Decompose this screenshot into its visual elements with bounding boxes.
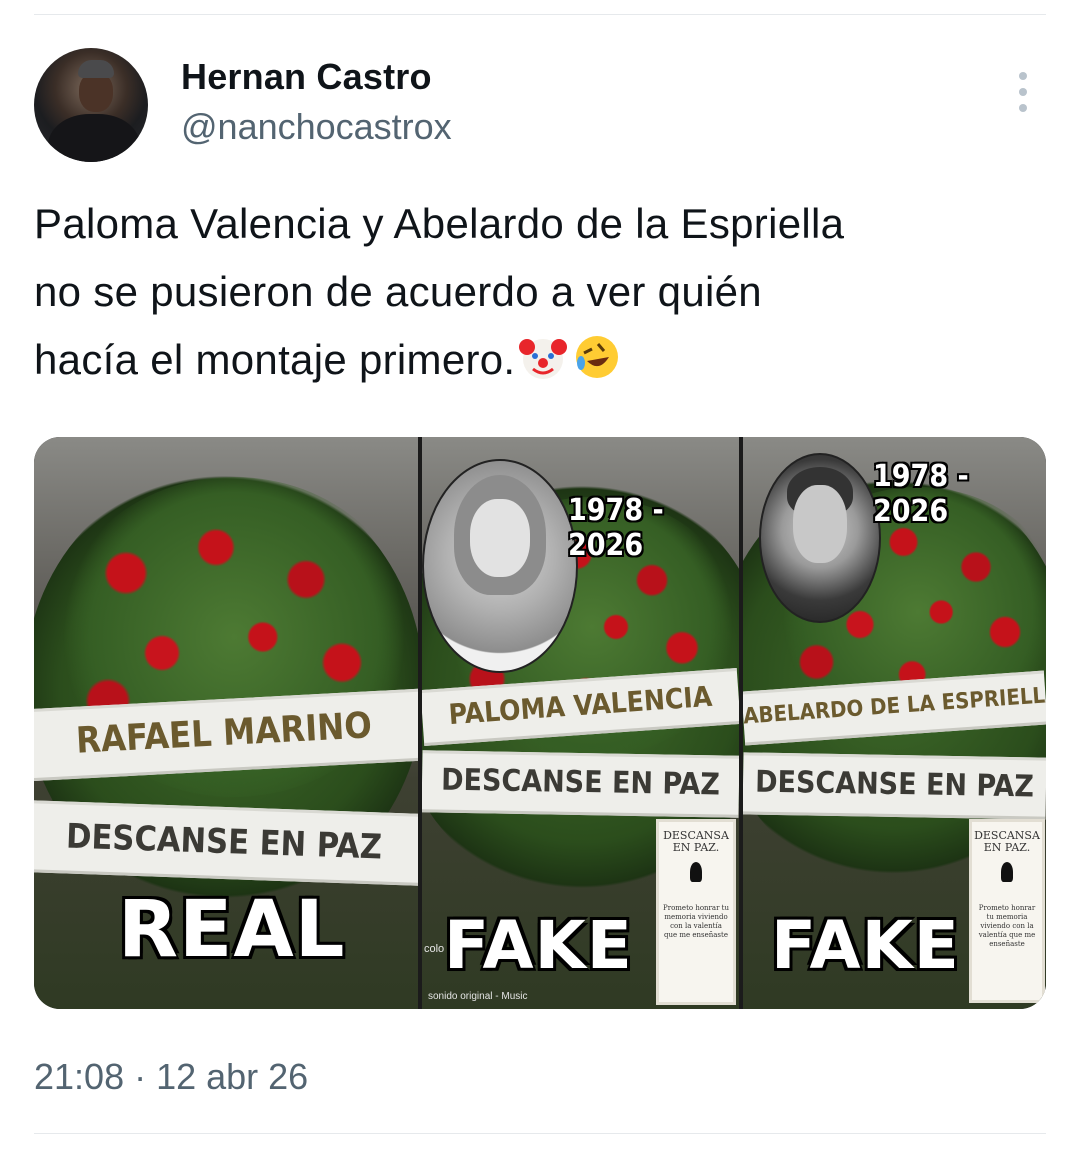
memorial-card: DESCANSA EN PAZ. Prometo honrar tu memor… — [656, 819, 736, 1005]
author-name[interactable]: Hernan Castro — [181, 56, 432, 98]
tweet-text-line: Paloma Valencia y Abelardo de la Espriel… — [34, 200, 845, 247]
verdict-label: FAKE — [771, 907, 960, 984]
ribbon-message: DESCANSE EN PAZ — [743, 752, 1046, 820]
card-body: Prometo honrar tu memoria viviendo con l… — [663, 904, 729, 939]
tweet-text-line: no se pusieron de acuerdo a ver quién — [34, 268, 762, 315]
tweet-timestamp[interactable]: 21:08 · 12 abr 26 — [34, 1056, 308, 1098]
author-avatar[interactable] — [34, 48, 148, 162]
tweet-media-image[interactable]: RAFAEL MARINO DESCANSE EN PAZ REAL 1978 … — [34, 437, 1046, 1009]
black-ribbon-icon — [690, 862, 702, 882]
ribbon-message: DESCANSE EN PAZ — [422, 750, 739, 818]
years-label: 1978 - 2026 — [568, 493, 664, 563]
black-ribbon-icon — [1001, 862, 1013, 882]
card-title: DESCANSA EN PAZ. — [974, 829, 1040, 854]
media-panel-real: RAFAEL MARINO DESCANSE EN PAZ REAL — [34, 437, 418, 1009]
top-divider — [34, 14, 1046, 15]
years-label: 1978 - 2026 — [873, 459, 969, 529]
tweet-text-line-last: hacía el montaje primero. — [34, 326, 1044, 394]
tweet-text: Paloma Valencia y Abelardo de la Espriel… — [34, 190, 1044, 394]
clown-face-emoji-icon — [519, 339, 568, 379]
portrait-woman — [422, 459, 578, 673]
verdict-label: REAL — [118, 885, 346, 975]
verdict-label: FAKE — [444, 907, 633, 984]
more-options-icon[interactable] — [1008, 72, 1038, 118]
memorial-card: DESCANSA EN PAZ. Prometo honrar tu memor… — [969, 819, 1045, 1003]
bottom-divider — [34, 1133, 1046, 1134]
rolling-on-floor-laughing-emoji-icon — [576, 336, 619, 378]
video-overlay-text: colo — [424, 943, 445, 955]
portrait-man — [759, 453, 881, 623]
card-body: Prometo honrar tu memoria viviendo con l… — [978, 904, 1036, 948]
video-audio-text: sonido original - Music — [428, 991, 528, 1002]
author-handle[interactable]: @nanchocastrox — [181, 106, 452, 148]
ribbon-message: DESCANSE EN PAZ — [34, 800, 418, 886]
media-panel-fake-2: 1978 - 2026 ABELARDO DE LA ESPRIELLA DES… — [743, 437, 1046, 1009]
media-panel-fake-1: 1978 - 2026 PALOMA VALENCIA DESCANSE EN … — [422, 437, 739, 1009]
tweet-text-line: hacía el montaje primero. — [34, 336, 516, 383]
card-title: DESCANSA EN PAZ. — [663, 829, 729, 854]
